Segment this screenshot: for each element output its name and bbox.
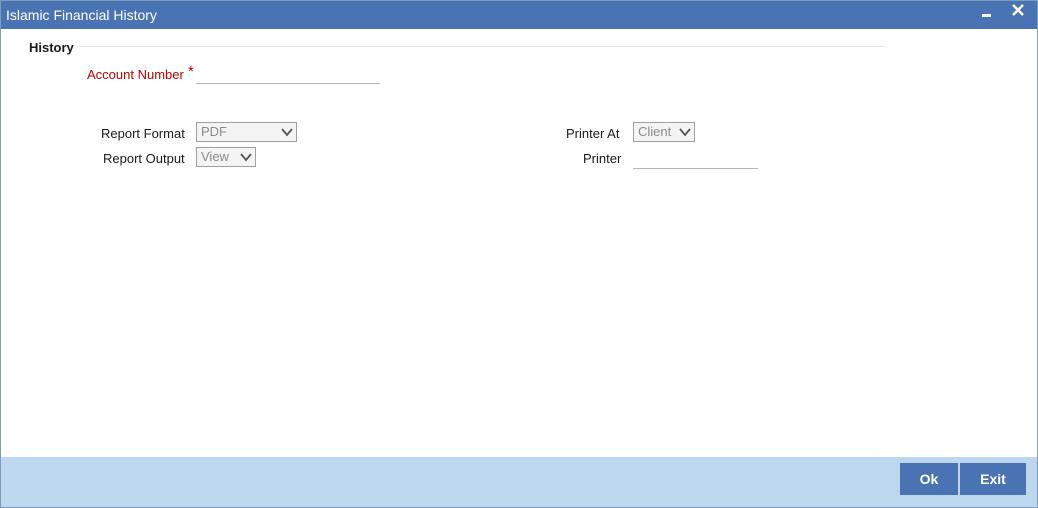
chevron-down-icon xyxy=(679,128,691,137)
printer-input[interactable] xyxy=(633,150,758,169)
report-output-value: View xyxy=(201,149,229,164)
window-title: Islamic Financial History xyxy=(6,7,157,23)
printer-at-value: Client xyxy=(638,124,672,139)
report-format-select[interactable]: PDF xyxy=(196,122,297,142)
footer-bar: Ok Exit xyxy=(1,457,1037,507)
required-asterisk: * xyxy=(188,63,194,80)
exit-button[interactable]: Exit xyxy=(960,463,1026,495)
report-format-value: PDF xyxy=(201,124,227,139)
dialog-window: Islamic Financial History History Accoun… xyxy=(0,0,1038,508)
report-output-select[interactable]: View xyxy=(196,147,256,167)
account-number-input[interactable] xyxy=(196,65,380,84)
account-number-label: Account Number xyxy=(87,67,184,82)
report-output-label: Report Output xyxy=(103,151,185,166)
printer-at-label: Printer At xyxy=(566,126,620,141)
title-bar: Islamic Financial History xyxy=(1,1,1037,29)
section-divider xyxy=(29,46,885,47)
ok-button[interactable]: Ok xyxy=(900,463,958,495)
section-title: History xyxy=(29,40,74,55)
printer-at-select[interactable]: Client xyxy=(633,122,695,142)
printer-label: Printer xyxy=(583,151,622,166)
report-format-label: Report Format xyxy=(101,126,185,141)
minimize-icon[interactable] xyxy=(981,5,993,25)
chevron-down-icon xyxy=(240,153,252,162)
chevron-down-icon xyxy=(281,128,293,137)
close-icon[interactable] xyxy=(1011,3,1025,23)
